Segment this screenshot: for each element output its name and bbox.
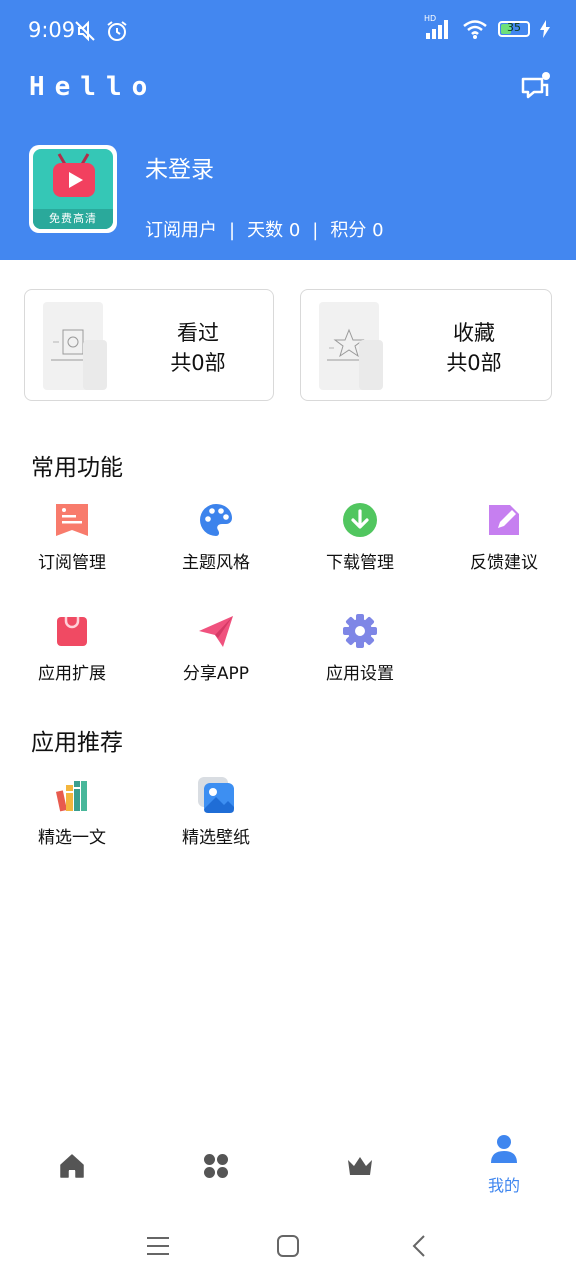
- feedback-label: 反馈建议: [470, 553, 538, 573]
- feedback-button[interactable]: 反馈建议: [444, 502, 564, 573]
- history-card-text: 看过 共0部: [153, 318, 243, 378]
- chat-icon: [521, 72, 550, 99]
- featured-articles-label: 精选一文: [38, 828, 106, 848]
- featured-articles-button[interactable]: 精选一文: [12, 777, 132, 848]
- shopping-bag-icon: [54, 613, 90, 649]
- app-extensions-label: 应用扩展: [38, 664, 106, 684]
- greeting-title: Hello: [29, 72, 158, 102]
- share-app-label: 分享APP: [182, 664, 250, 684]
- points-label: 积分: [330, 220, 367, 241]
- home-button-icon[interactable]: [277, 1235, 299, 1257]
- nav-home[interactable]: [0, 1130, 144, 1210]
- books-icon: [54, 777, 90, 813]
- subscription-management-label: 订阅管理: [38, 553, 106, 573]
- featured-wallpapers-label: 精选壁纸: [182, 828, 250, 848]
- history-illustration-secondary: [83, 340, 107, 390]
- app-recommend-title: 应用推荐: [31, 730, 123, 756]
- theme-style-label: 主题风格: [182, 553, 250, 573]
- paper-plane-icon: [198, 613, 234, 649]
- app-settings-label: 应用设置: [326, 664, 394, 684]
- history-title: 看过: [177, 321, 219, 345]
- avatar-caption: 免费高清: [33, 209, 113, 229]
- favorites-card-text: 收藏 共0部: [429, 318, 519, 378]
- apps-icon: [204, 1154, 228, 1178]
- featured-wallpapers-button[interactable]: 精选壁纸: [156, 777, 276, 848]
- user-name[interactable]: 未登录: [145, 150, 214, 184]
- back-icon[interactable]: [412, 1235, 426, 1257]
- separator: |: [229, 220, 236, 241]
- separator: |: [312, 220, 319, 241]
- mute-icon: [75, 20, 95, 42]
- home-icon: [60, 1154, 84, 1178]
- favorites-title: 收藏: [453, 321, 495, 345]
- battery-level: 35: [507, 21, 521, 34]
- favorites-illustration-secondary: [359, 340, 383, 390]
- download-icon: [342, 502, 378, 538]
- menu-icon[interactable]: [146, 1236, 170, 1256]
- wifi-icon: [463, 20, 487, 39]
- days-label: 天数: [247, 220, 284, 241]
- favorites-card[interactable]: 收藏 共0部: [300, 289, 552, 401]
- tv-play-icon: [53, 163, 95, 197]
- palette-icon: [198, 502, 234, 538]
- history-count: 共0部: [170, 351, 226, 375]
- edit-icon: [486, 502, 522, 538]
- favorites-count: 共0部: [446, 351, 502, 375]
- system-navigation-bar: [0, 1212, 576, 1280]
- nav-apps[interactable]: [144, 1130, 288, 1210]
- messages-button[interactable]: [520, 72, 550, 102]
- download-management-button[interactable]: 下载管理: [300, 502, 420, 573]
- history-card[interactable]: 看过 共0部: [24, 289, 274, 401]
- avatar[interactable]: 免费高清: [29, 145, 117, 233]
- theme-style-button[interactable]: 主题风格: [156, 502, 276, 573]
- status-bar: 9:09 HD 35: [0, 0, 576, 60]
- profile-icon: [491, 1135, 517, 1163]
- nav-profile[interactable]: 我的: [432, 1130, 576, 1210]
- charging-icon: [540, 20, 550, 38]
- nav-profile-label: 我的: [487, 1176, 520, 1195]
- app-logo: 免费高清: [33, 149, 113, 229]
- app-extensions-button[interactable]: 应用扩展: [12, 613, 132, 684]
- points-value: 0: [372, 220, 384, 241]
- status-right-icons: HD 35: [424, 14, 550, 40]
- battery-icon: 35: [498, 21, 530, 37]
- status-time: 9:09: [28, 18, 76, 42]
- subscription-management-button[interactable]: 订阅管理: [12, 502, 132, 573]
- header: 9:09 HD 35 Hello 免费高清 未登录 订阅用户 | 天数 0 | …: [0, 0, 576, 260]
- subscription-icon: [54, 502, 90, 538]
- user-meta: 订阅用户 | 天数 0 | 积分 0: [145, 216, 384, 242]
- common-functions-title: 常用功能: [31, 455, 123, 481]
- nav-vip[interactable]: [288, 1130, 432, 1210]
- signal-icon: HD: [424, 14, 452, 40]
- wallpaper-icon: [198, 777, 234, 813]
- app-settings-button[interactable]: 应用设置: [300, 613, 420, 684]
- alarm-icon: [107, 21, 127, 41]
- download-management-label: 下载管理: [326, 553, 394, 573]
- bottom-navigation: 我的: [0, 1130, 576, 1210]
- gear-icon: [342, 613, 378, 649]
- subscription-label: 订阅用户: [145, 220, 217, 241]
- days-value: 0: [288, 220, 301, 241]
- crown-icon: [348, 1157, 372, 1175]
- status-left-icons: [72, 20, 128, 42]
- share-app-button[interactable]: 分享APP: [156, 613, 276, 684]
